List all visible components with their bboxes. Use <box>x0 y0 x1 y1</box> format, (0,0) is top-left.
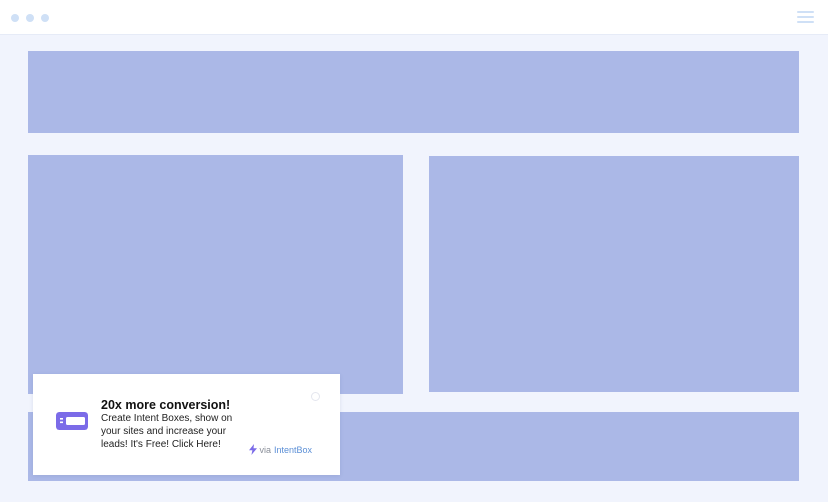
via-label: via <box>259 444 271 455</box>
window-dot-1 <box>11 14 19 22</box>
credit-card-icon <box>56 412 88 430</box>
lightning-bolt-icon <box>249 444 258 455</box>
powered-by[interactable]: via IntentBox <box>249 444 312 455</box>
close-icon[interactable] <box>311 392 320 401</box>
browser-topbar <box>0 0 828 35</box>
hamburger-menu-icon[interactable] <box>797 11 814 23</box>
window-dot-3 <box>41 14 49 22</box>
notification-title: 20x more conversion! <box>101 398 231 412</box>
left-panel-placeholder <box>28 155 403 394</box>
right-panel-placeholder <box>429 156 799 392</box>
brand-link[interactable]: IntentBox <box>274 445 312 455</box>
intent-box-notification[interactable]: 20x more conversion! Create Intent Boxes… <box>33 374 340 475</box>
hero-banner-placeholder <box>28 51 799 133</box>
notification-body: Create Intent Boxes, show on your sites … <box>101 413 233 450</box>
window-dot-2 <box>26 14 34 22</box>
